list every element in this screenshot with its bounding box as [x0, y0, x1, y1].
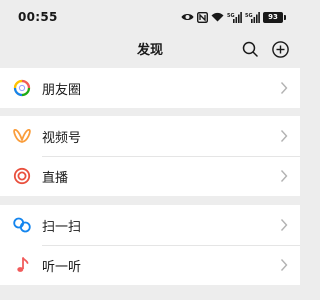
list-item-label: 视频号 [42, 130, 82, 146]
live-icon [12, 166, 32, 186]
search-icon [242, 41, 258, 57]
list-item-label: 听一听 [42, 259, 82, 275]
section-channels: 视频号 直播 [0, 116, 300, 196]
svg-text:5G: 5G [245, 13, 253, 19]
list-item-label: 扫一扫 [42, 219, 82, 235]
status-time: 00:55 [18, 10, 58, 24]
list-item-moments[interactable]: 朋友圈 [0, 68, 300, 108]
list-item-live[interactable]: 直播 [0, 156, 300, 196]
section-moments: 朋友圈 [0, 68, 300, 108]
add-circle-icon [271, 40, 289, 58]
chevron-right-icon [280, 219, 288, 231]
chevron-right-icon [280, 82, 288, 94]
signal-5g-icon: 5G [227, 11, 242, 23]
moments-icon [12, 78, 32, 98]
search-button[interactable] [240, 39, 260, 59]
nav-bar: 发现 [0, 34, 300, 64]
list-item-listen[interactable]: 听一听 [0, 245, 300, 285]
list-item-scan[interactable]: 扫一扫 [0, 205, 300, 245]
battery-icon: 93 [263, 11, 286, 23]
signal-5g-icon: 5G [245, 11, 260, 23]
listen-icon [12, 255, 32, 275]
section-tools: 扫一扫 听一听 [0, 205, 300, 285]
channels-icon [12, 126, 32, 146]
list-item-channels[interactable]: 视频号 [0, 116, 300, 156]
wifi-icon [211, 12, 224, 22]
list-item-label: 朋友圈 [42, 82, 82, 98]
status-bar: 00:55 5G 5G 93 [0, 0, 300, 34]
chevron-right-icon [280, 170, 288, 182]
eye-icon [181, 12, 194, 22]
list-item-label: 直播 [42, 170, 69, 186]
chevron-right-icon [280, 130, 288, 142]
battery-level: 93 [263, 11, 283, 23]
chevron-right-icon [280, 259, 288, 271]
nfc-icon [197, 11, 208, 23]
add-button[interactable] [270, 39, 290, 59]
scan-icon [12, 215, 32, 235]
status-icons: 5G 5G 93 [181, 11, 286, 23]
svg-text:5G: 5G [227, 13, 235, 19]
